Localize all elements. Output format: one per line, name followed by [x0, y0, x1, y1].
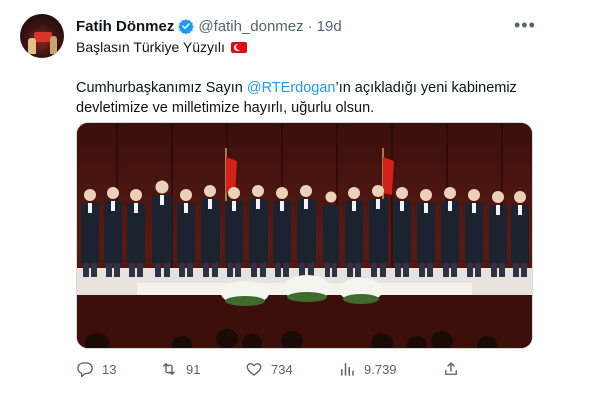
tweet-text: Cumhurbaşkanımız Sayın @RTErdogan’ın açı…	[76, 78, 536, 118]
views-button[interactable]: 9.739	[338, 358, 397, 380]
tweet-card[interactable]: Fatih Dönmez @fatih_donmez · 19d ••• Baş…	[0, 0, 614, 401]
author-handle[interactable]: @fatih_donmez	[198, 18, 303, 35]
retweet-button[interactable]: 91	[160, 358, 200, 380]
mention-link[interactable]: @RTErdogan	[247, 80, 336, 96]
share-button[interactable]	[442, 358, 460, 380]
reply-icon	[77, 362, 93, 378]
reply-button[interactable]: 13	[76, 358, 116, 380]
retweet-count: 91	[186, 361, 201, 377]
avatar[interactable]	[20, 14, 64, 58]
views-icon	[341, 363, 354, 376]
reply-count: 13	[102, 361, 117, 377]
like-button[interactable]: 734	[245, 358, 293, 380]
more-icon[interactable]: •••	[514, 16, 536, 34]
share-icon	[445, 362, 457, 375]
like-count: 734	[271, 361, 293, 377]
verified-badge-icon	[178, 19, 195, 34]
author-bio: Başlasın Türkiye Yüzyılı	[76, 39, 247, 55]
views-count: 9.739	[364, 361, 397, 377]
tweet-header: Fatih Dönmez @fatih_donmez · 19d	[76, 16, 342, 36]
timestamp[interactable]: 19d	[317, 18, 342, 35]
like-icon	[246, 363, 262, 376]
turkish-flag-icon	[230, 41, 247, 53]
retweet-icon	[163, 363, 175, 375]
cabinet-photo-image	[77, 123, 532, 348]
tweet-photo[interactable]	[76, 122, 533, 349]
bio-text: Başlasın Türkiye Yüzyılı	[76, 39, 225, 55]
separator-dot: ·	[307, 17, 313, 35]
tweet-text-before: Cumhurbaşkanımız Sayın	[76, 80, 247, 96]
author-name[interactable]: Fatih Dönmez	[76, 18, 174, 35]
tweet-actions: 13 91 734 9.739	[76, 358, 536, 380]
